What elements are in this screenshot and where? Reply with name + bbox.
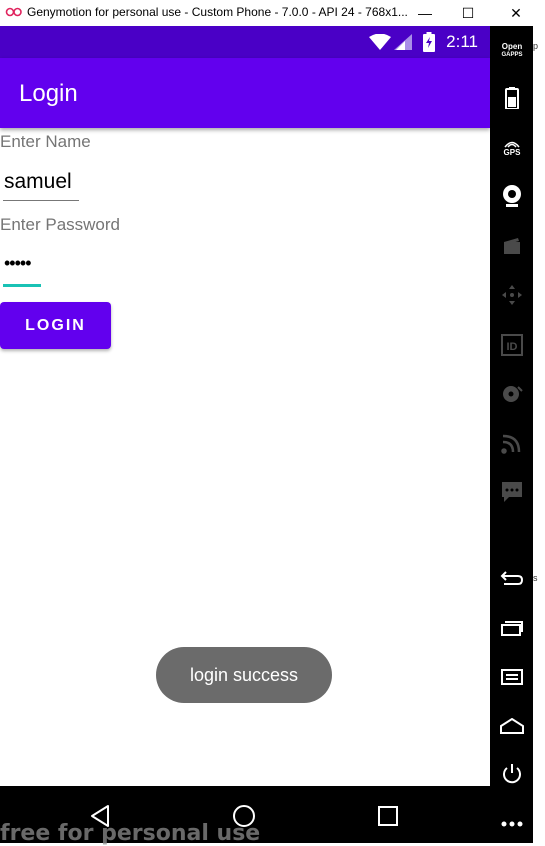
opengapps-label-top: Open — [501, 42, 523, 51]
close-button[interactable]: ✕ — [496, 0, 536, 26]
cell-signal-icon — [394, 34, 412, 50]
remote-control-icon[interactable] — [498, 281, 526, 309]
edge-fragment: s — [533, 573, 538, 583]
window-title: Genymotion for personal use - Custom Pho… — [27, 5, 408, 19]
recent-apps-icon[interactable] — [377, 805, 399, 827]
toast-message: login success — [156, 647, 332, 703]
battery-charging-icon — [423, 32, 435, 52]
device-id-label: ID — [507, 341, 518, 353]
device-id-icon[interactable]: ID — [498, 331, 526, 359]
status-time: 2:11 — [446, 32, 478, 51]
emulator-toolbar: Open GAPPS GPS ID — [490, 26, 533, 843]
maximize-button[interactable]: ☐ — [448, 0, 488, 26]
opengapps-label-bottom: GAPPS — [501, 52, 523, 58]
edge-fragment: p — [533, 41, 539, 51]
watermark-text: free for personal use — [0, 821, 261, 846]
device-screen: 2:11 Login Enter Name samuel Enter Passw… — [0, 26, 490, 786]
device-recent-apps-icon[interactable] — [498, 614, 526, 642]
password-input-value: ••••• — [4, 253, 31, 273]
webcam-icon[interactable] — [498, 182, 526, 210]
status-bar: 2:11 — [0, 26, 490, 58]
minimize-button[interactable]: — — [405, 0, 445, 26]
gps-label: GPS — [503, 147, 521, 157]
adjacent-window-edge: p s — [533, 26, 545, 843]
gps-icon[interactable]: GPS — [498, 134, 526, 162]
cast-icon[interactable] — [498, 429, 526, 457]
power-icon[interactable] — [498, 760, 526, 788]
app-bar: Login — [0, 58, 490, 128]
name-input[interactable]: samuel — [3, 170, 79, 201]
password-label: Enter Password — [0, 215, 120, 234]
login-button[interactable]: LOGIN — [0, 302, 111, 349]
disk-io-icon[interactable] — [498, 380, 526, 408]
window-titlebar: Genymotion for personal use - Custom Pho… — [0, 0, 545, 27]
screencast-icon[interactable] — [498, 232, 526, 260]
wifi-icon — [369, 34, 391, 50]
name-label: Enter Name — [0, 132, 91, 151]
battery-widget-icon[interactable] — [498, 84, 526, 112]
opengapps-button[interactable]: Open GAPPS — [494, 42, 530, 60]
device-back-icon[interactable] — [498, 564, 526, 592]
page-title: Login — [19, 80, 78, 107]
password-input[interactable]: ••••• — [3, 251, 41, 287]
more-options-icon[interactable] — [498, 810, 526, 838]
name-input-value: samuel — [4, 170, 72, 193]
genymotion-logo-icon — [5, 7, 22, 17]
sms-icon[interactable] — [498, 478, 526, 506]
device-menu-icon[interactable] — [498, 663, 526, 691]
device-home-icon[interactable] — [498, 712, 526, 740]
